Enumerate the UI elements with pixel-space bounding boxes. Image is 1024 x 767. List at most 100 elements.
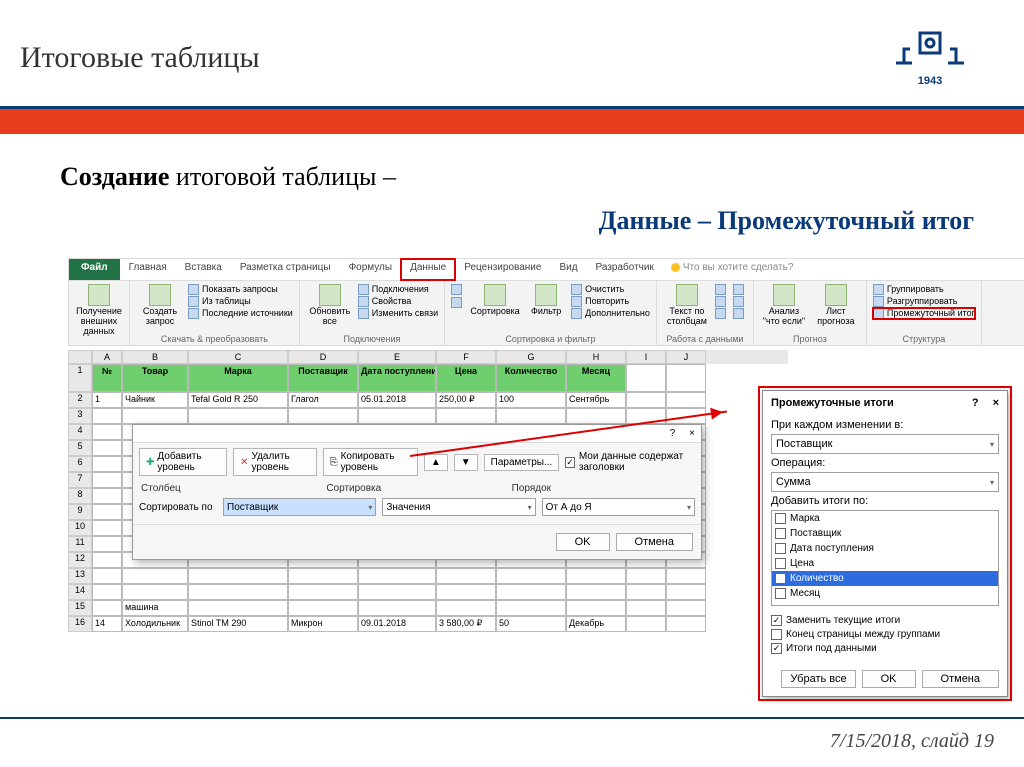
cell[interactable] [188,584,288,600]
cell[interactable] [566,408,626,424]
cell[interactable] [92,472,122,488]
tab-data[interactable]: Данные [401,259,455,280]
properties-button[interactable]: Свойства [358,296,438,307]
cell[interactable] [666,584,706,600]
cell[interactable]: Микрон [288,616,358,632]
cell[interactable]: Месяц [566,364,626,392]
tell-me-search[interactable]: Что вы хотите сделать? [663,259,802,280]
cell[interactable] [626,584,666,600]
row-header[interactable]: 3 [68,408,92,424]
change-in-select[interactable]: Поставщик▾ [771,434,999,454]
new-query-button[interactable]: Создать запрос [136,284,184,327]
cell[interactable] [626,600,666,616]
cell[interactable]: Чайник [122,392,188,408]
recent-sources-button[interactable]: Последние источники [188,308,293,319]
sort-on-select[interactable]: Значения▾ [382,498,535,516]
subtotal-ok-button[interactable]: OK [862,670,916,688]
row-header[interactable]: 11 [68,536,92,552]
column-header[interactable]: F [436,350,496,364]
column-header[interactable]: H [566,350,626,364]
cell[interactable]: Сентябрь [566,392,626,408]
tab-view[interactable]: Вид [550,259,586,280]
dialog-close-icon[interactable]: × [689,428,695,439]
cell[interactable]: Цена [436,364,496,392]
cell[interactable]: 3 580,00 ₽ [436,616,496,632]
data-tool-icon[interactable] [733,284,744,295]
cell[interactable] [92,568,122,584]
cell[interactable] [92,456,122,472]
row-header[interactable]: 6 [68,456,92,472]
row-header[interactable]: 13 [68,568,92,584]
cell[interactable] [188,600,288,616]
column-header[interactable]: E [358,350,436,364]
cell[interactable]: № [92,364,122,392]
advanced-filter-button[interactable]: Дополнительно [571,308,650,319]
tab-home[interactable]: Главная [120,259,176,280]
sort-ok-button[interactable]: OK [556,533,610,551]
cell[interactable] [358,600,436,616]
sort-options-button[interactable]: Параметры... [484,454,560,471]
row-header[interactable]: 15 [68,600,92,616]
move-down-button[interactable]: ▼ [454,454,478,471]
column-header[interactable]: J [666,350,706,364]
show-queries-button[interactable]: Показать запросы [188,284,293,295]
function-select[interactable]: Сумма▾ [771,472,999,492]
cell[interactable]: 50 [496,616,566,632]
cell[interactable]: 250,00 ₽ [436,392,496,408]
subtotal-button[interactable]: Промежуточный итог [873,308,975,319]
cell[interactable]: 100 [496,392,566,408]
tab-layout[interactable]: Разметка страницы [231,259,340,280]
move-up-button[interactable]: ▲ [424,454,448,471]
copy-level-button[interactable]: ⎘Копировать уровень [323,448,418,476]
cell[interactable] [288,408,358,424]
cell[interactable] [496,600,566,616]
cell[interactable]: Поставщик [288,364,358,392]
cell[interactable] [92,440,122,456]
cell[interactable]: машина [122,600,188,616]
field-checkbox[interactable] [775,513,786,524]
subtotal-fields-list[interactable]: МаркаПоставщикДата поступленияЦена✓Колич… [771,510,999,606]
row-header[interactable]: 1 [68,364,92,392]
subtotal-cancel-button[interactable]: Отмена [922,670,999,688]
cell[interactable] [92,520,122,536]
cell[interactable] [288,600,358,616]
cell[interactable] [358,408,436,424]
group-rows-button[interactable]: Группировать [873,284,975,295]
tab-formulas[interactable]: Формулы [340,259,402,280]
cell[interactable] [92,584,122,600]
cell[interactable] [92,424,122,440]
cell[interactable]: 14 [92,616,122,632]
cell[interactable] [626,616,666,632]
get-external-data-button[interactable]: Получение внешних данных [75,284,123,337]
sort-asc-button[interactable] [451,284,462,295]
cell[interactable] [666,392,706,408]
cell[interactable] [496,584,566,600]
field-checkbox[interactable] [775,528,786,539]
tab-dev[interactable]: Разработчик [587,259,663,280]
sort-button[interactable]: Сортировка [469,284,521,317]
add-level-button[interactable]: ✚Добавить уровень [139,448,227,476]
cell[interactable] [666,568,706,584]
reapply-button[interactable]: Повторить [571,296,650,307]
cell[interactable]: 09.01.2018 [358,616,436,632]
cell[interactable] [666,364,706,392]
column-header[interactable]: D [288,350,358,364]
row-header[interactable]: 12 [68,552,92,568]
page-break-checkbox[interactable] [771,629,782,640]
cell[interactable] [566,568,626,584]
subtotal-field-item[interactable]: Марка [772,511,998,526]
field-checkbox[interactable] [775,543,786,554]
cell[interactable] [92,488,122,504]
subtotal-field-item[interactable]: Поставщик [772,526,998,541]
sort-desc-button[interactable] [451,297,462,308]
dialog-help-icon[interactable]: ? [670,428,676,439]
summary-below-checkbox[interactable]: ✓ [771,643,782,654]
column-header[interactable] [68,350,92,364]
cell[interactable]: Товар [122,364,188,392]
cell[interactable] [288,584,358,600]
field-checkbox[interactable] [775,588,786,599]
cell[interactable] [122,408,188,424]
cell[interactable]: Холодильник [122,616,188,632]
subtotal-field-item[interactable]: Дата поступления [772,541,998,556]
cell[interactable] [436,584,496,600]
